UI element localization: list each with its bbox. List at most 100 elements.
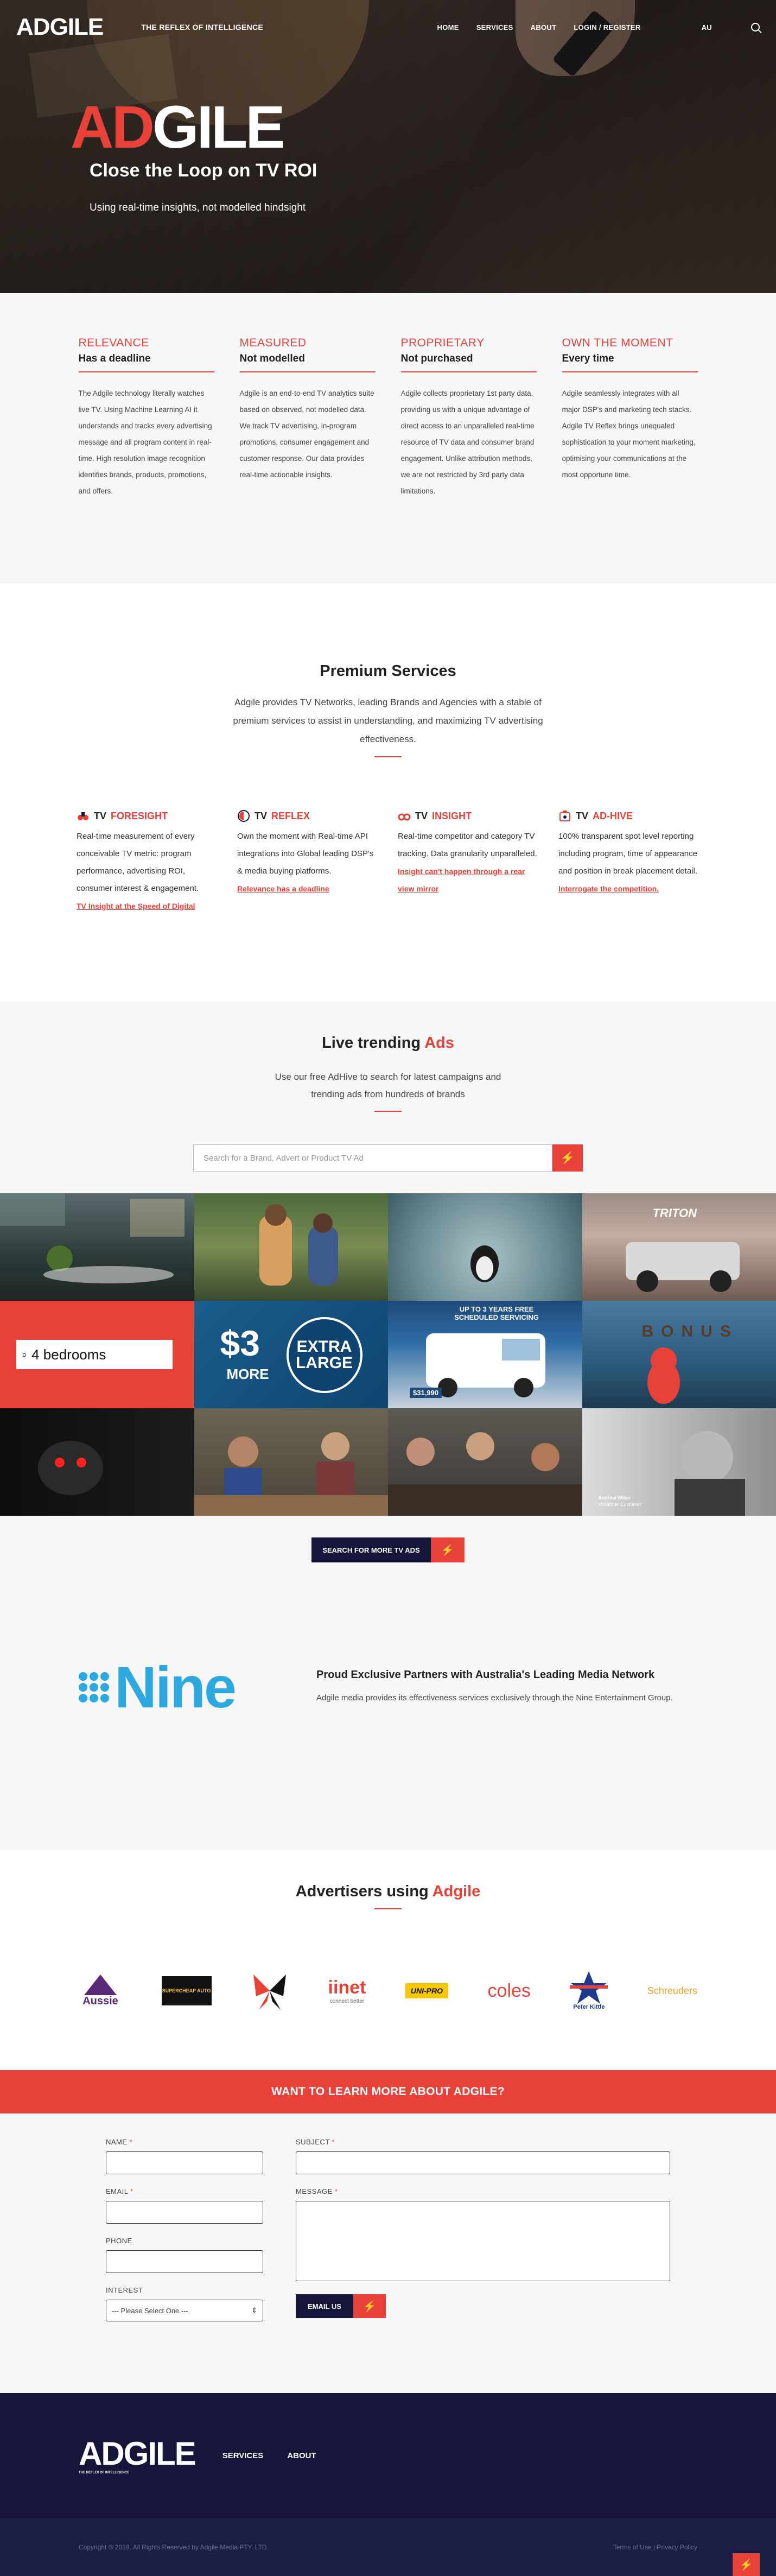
section-divider [374, 1908, 402, 1909]
lightning-icon: ⚡ [740, 2558, 753, 2572]
section-divider [374, 1111, 402, 1112]
hero-section: ADGILE THE REFLEX OF INTELLIGENCE HOME S… [0, 0, 776, 293]
footer: ADGILE THE REFLEX OF INTELLIGENCE SERVIC… [0, 2393, 776, 2518]
cta-banner: WANT TO LEARN MORE ABOUT ADGILE? [0, 2070, 776, 2113]
nine-logo: Nine [79, 1658, 235, 1717]
feature-text: Adgile collects proprietary 1st party da… [401, 385, 537, 499]
trending-ads-grid: TRITON ⌕4 bedrooms $3 MORE EXTRA LARGE U… [0, 1193, 776, 1516]
nav-about[interactable]: ABOUT [531, 23, 557, 31]
nine-dots-icon [79, 1672, 109, 1702]
ad-tile[interactable]: Andrew Wiles Vodafone Customer [582, 1408, 776, 1516]
ad-tile[interactable]: ⌕4 bedrooms [0, 1301, 194, 1408]
email-us-button[interactable]: EMAIL US ⚡ [296, 2294, 670, 2318]
service-ad-hive: TVAD-HIVE 100% transparent spot level re… [558, 809, 699, 915]
partner-title: Proud Exclusive Partners with Australia'… [316, 1669, 675, 1681]
insight-icon [398, 809, 411, 822]
phone-field[interactable] [106, 2250, 263, 2273]
services-title: Premium Services [0, 662, 776, 680]
nav-home[interactable]: HOME [437, 23, 459, 31]
interest-label: INTEREST [106, 2286, 263, 2294]
name-field[interactable] [106, 2151, 263, 2174]
section-divider [374, 756, 402, 757]
partner-text: Adgile media provides its effectiveness … [316, 1690, 675, 1706]
email-field[interactable] [106, 2201, 263, 2224]
ad-tile[interactable] [388, 1408, 582, 1516]
ad-tile[interactable] [0, 1193, 194, 1301]
email-label: EMAIL * [106, 2187, 263, 2195]
lightning-icon: ⚡ [431, 1537, 465, 1562]
feature-subheading: Has a deadline [79, 353, 214, 372]
magnifier-icon: ⌕ [22, 1349, 27, 1360]
feature-subheading: Every time [562, 353, 698, 372]
service-link[interactable]: Interrogate the competition. [558, 884, 659, 893]
service-text: Real-time measurement of every conceivab… [77, 828, 218, 897]
trending-section: Live trending Ads Use our free AdHive to… [0, 1002, 776, 1850]
service-text: Own the moment with Real-time API integr… [237, 828, 378, 880]
ad-tile[interactable] [194, 1193, 389, 1301]
ad-search-button[interactable]: ⚡ [552, 1144, 583, 1172]
feature-subheading: Not purchased [401, 353, 537, 372]
footer-nav-about[interactable]: ABOUT [287, 2451, 316, 2460]
feature-proprietary: PROPRIETARY Not purchased Adgile collect… [401, 337, 537, 499]
service-link[interactable]: TV Insight at the Speed of Digital [77, 902, 195, 910]
service-link[interactable]: Insight can't happen through a rear view… [398, 867, 525, 893]
service-reflex: TVREFLEX Own the moment with Real-time A… [237, 809, 378, 915]
ad-tile[interactable]: $3 MORE EXTRA LARGE [194, 1301, 389, 1408]
lightning-icon: ⚡ [560, 1151, 575, 1165]
partner-block: Nine Proud Exclusive Partners with Austr… [0, 1562, 776, 1850]
ad-tile[interactable]: BONUS [582, 1301, 776, 1408]
phone-label: PHONE [106, 2237, 263, 2245]
legal-links[interactable]: Terms of Use | Privacy Policy [613, 2543, 697, 2551]
ad-search-input[interactable]: Search for a Brand, Advert or Product TV… [193, 1144, 552, 1172]
subject-field[interactable] [296, 2151, 670, 2174]
ad-tile[interactable] [0, 1408, 194, 1516]
feature-heading: MEASURED [240, 337, 376, 350]
lightning-icon: ⚡ [353, 2294, 386, 2318]
trending-title: Live trending Ads [0, 1034, 776, 1052]
logo-schreuders: Schreuders [647, 1985, 697, 1997]
region-selector[interactable]: AU [702, 23, 712, 31]
logo-peter-kittle: Peter Kittle [570, 1971, 608, 2010]
message-field[interactable] [296, 2201, 670, 2281]
search-icon[interactable] [751, 23, 760, 31]
service-insight: TVINSIGHT Real-time competitor and categ… [398, 809, 539, 915]
search-more-ads-button[interactable]: SEARCH FOR MORE TV ADS ⚡ [0, 1537, 776, 1562]
service-link[interactable]: Relevance has a deadline [237, 884, 329, 893]
footer-logo[interactable]: ADGILE THE REFLEX OF INTELLIGENCE [79, 2438, 195, 2474]
nav-login-register[interactable]: LOGIN / REGISTER [574, 23, 640, 31]
feature-subheading: Not modelled [240, 353, 376, 372]
header-logo[interactable]: ADGILE [16, 15, 103, 39]
ad-tile[interactable]: TRITON [582, 1193, 776, 1301]
feature-heading: PROPRIETARY [401, 337, 537, 350]
header-tagline: THE REFLEX OF INTELLIGENCE [141, 23, 263, 31]
nav-services[interactable]: SERVICES [476, 23, 513, 31]
top-navigation: ADGILE THE REFLEX OF INTELLIGENCE HOME S… [0, 0, 776, 54]
service-foresight: TVFORESIGHT Real-time measurement of eve… [77, 809, 218, 915]
ad-tile[interactable]: UP TO 3 YEARS FREE SCHEDULED SERVICING $… [388, 1301, 582, 1408]
hive-icon [558, 809, 571, 822]
chevron-updown-icon: ⇕ [251, 2306, 257, 2315]
bottom-bar: Copyright © 2019. All Rights Reserved by… [0, 2518, 776, 2576]
trending-lead: Use our free AdHive to search for latest… [260, 1068, 516, 1103]
logo-iinet: iinetconnect better [328, 1977, 366, 2004]
hero-logo: ADGILE [71, 98, 283, 157]
features-section: RELEVANCE Has a deadline The Adgile tech… [0, 293, 776, 584]
advertisers-section: Advertisers using Adgile Aussie SUPERCHE… [0, 1850, 776, 2070]
logo-aussie: Aussie [79, 1974, 122, 2008]
logo-supercheap-auto: SUPERCHEAP AUTO [162, 1976, 212, 2005]
services-section: Premium Services Adgile provides TV Netw… [0, 584, 776, 1002]
message-label: MESSAGE * [296, 2187, 670, 2195]
name-label: NAME * [106, 2138, 263, 2146]
ad-tile[interactable] [388, 1193, 582, 1301]
logo-coles: coles [488, 1980, 531, 2002]
footer-nav-services[interactable]: SERVICES [222, 2451, 264, 2460]
advertisers-title: Advertisers using Adgile [0, 1883, 776, 1901]
service-text: Real-time competitor and category TV tra… [398, 828, 539, 863]
interest-select[interactable]: --- Please Select One ---⇕ [106, 2300, 263, 2321]
feature-own-the-moment: OWN THE MOMENT Every time Adgile seamles… [562, 337, 698, 499]
hero-title: Close the Loop on TV ROI [90, 160, 317, 181]
ad-tile[interactable] [194, 1408, 389, 1516]
ad-search-form: Search for a Brand, Advert or Product TV… [0, 1144, 776, 1172]
logo-butterfly [251, 1969, 289, 2012]
back-to-top-button[interactable]: ⚡ [733, 2553, 760, 2576]
